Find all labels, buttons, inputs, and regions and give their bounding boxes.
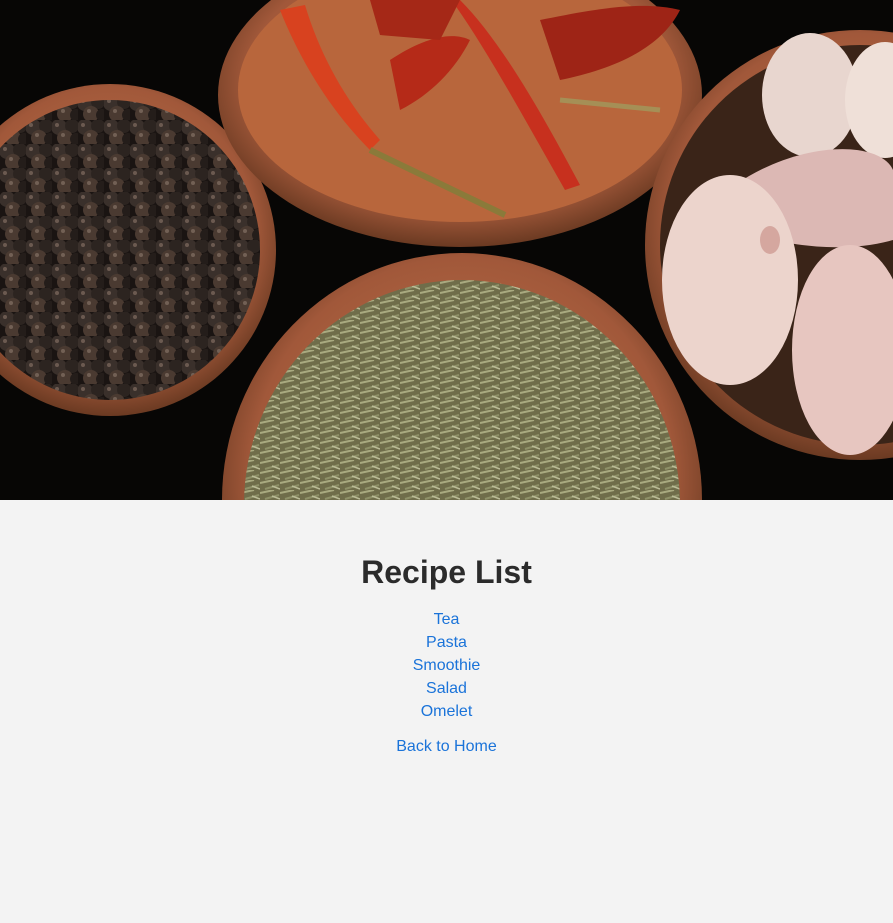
back-to-home-link[interactable]: Back to Home — [396, 738, 496, 755]
hero-image — [0, 0, 893, 500]
list-item: Salad — [0, 677, 893, 700]
main-content: Recipe List Tea Pasta Smoothie Salad Ome… — [0, 500, 893, 923]
recipe-link-tea[interactable]: Tea — [434, 611, 460, 628]
recipe-link-smoothie[interactable]: Smoothie — [413, 657, 481, 674]
recipe-link-pasta[interactable]: Pasta — [426, 634, 467, 651]
back-to-home-wrapper: Back to Home — [0, 735, 893, 758]
recipe-link-omelet[interactable]: Omelet — [421, 703, 473, 720]
spice-bowls-illustration — [0, 0, 893, 500]
list-item: Smoothie — [0, 654, 893, 677]
recipe-list: Tea Pasta Smoothie Salad Omelet — [0, 608, 893, 723]
list-item: Pasta — [0, 631, 893, 654]
page-title: Recipe List — [361, 554, 532, 590]
recipe-link-salad[interactable]: Salad — [426, 680, 467, 697]
list-item: Omelet — [0, 700, 893, 723]
list-item: Tea — [0, 608, 893, 631]
